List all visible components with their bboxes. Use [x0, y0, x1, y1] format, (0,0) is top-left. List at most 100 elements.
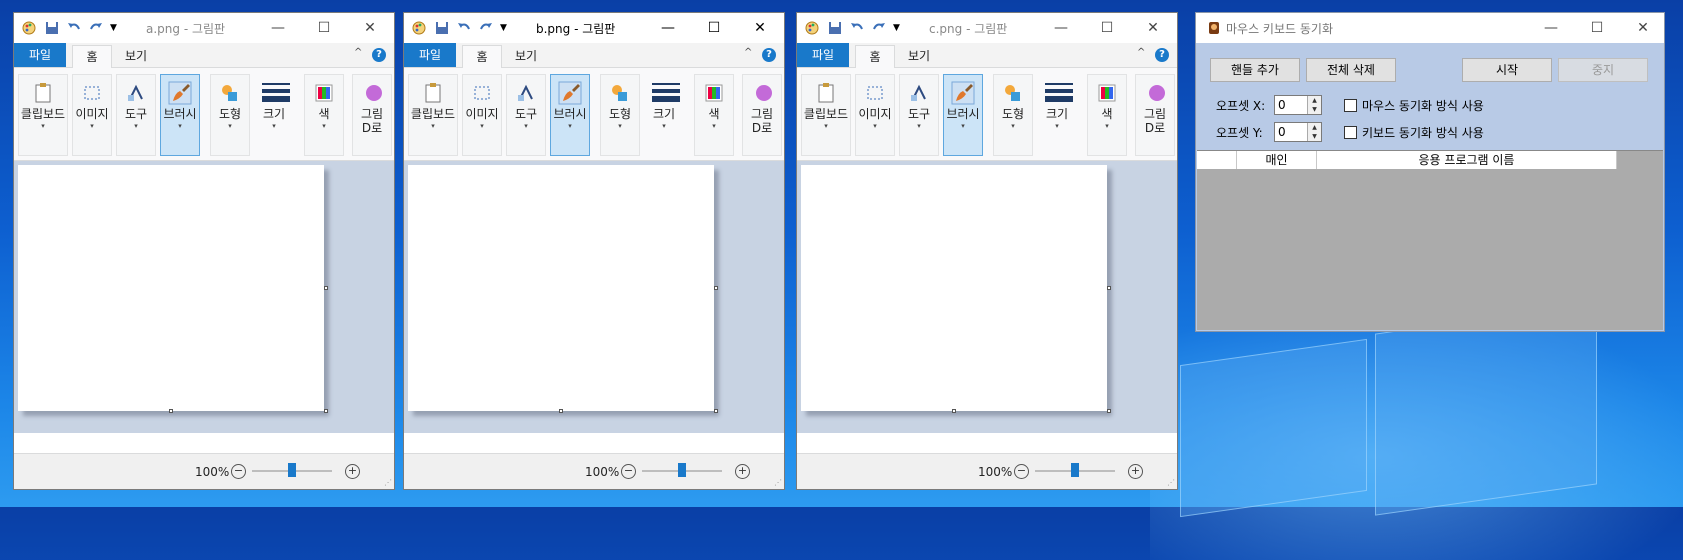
resize-grip[interactable]: ⋰: [384, 479, 392, 487]
zoom-slider-thumb[interactable]: [1071, 463, 1079, 477]
add-handle-button[interactable]: 핸들 추가: [1210, 58, 1300, 82]
group-shapes[interactable]: 도형 ▾: [993, 74, 1033, 156]
zoom-slider-thumb[interactable]: [678, 463, 686, 477]
resize-handle-bottom[interactable]: [952, 409, 956, 413]
keyboard-sync-label[interactable]: 키보드 동기화 방식 사용: [1362, 124, 1484, 141]
close-button[interactable]: ✕: [347, 13, 393, 43]
group-brush[interactable]: 브러시 ▾: [550, 74, 590, 156]
group-shapes[interactable]: 도형 ▾: [210, 74, 250, 156]
resize-handle-corner[interactable]: [324, 409, 328, 413]
group-size[interactable]: 크기 ▾: [644, 74, 684, 156]
minimize-button[interactable]: —: [255, 13, 301, 43]
tab-file[interactable]: 파일: [14, 43, 66, 67]
zoom-in-button[interactable]: +: [1128, 464, 1143, 479]
help-icon[interactable]: ?: [1155, 48, 1169, 62]
title-bar[interactable]: ▼ a.png - 그림판 — ☐ ✕: [14, 13, 394, 43]
maximize-button[interactable]: ☐: [1574, 13, 1620, 43]
resize-handle-bottom[interactable]: [559, 409, 563, 413]
spin-arrows-icon[interactable]: ▲ ▼: [1307, 96, 1321, 114]
undo-icon[interactable]: [456, 20, 472, 36]
header-cell-blank[interactable]: [1197, 151, 1237, 169]
tab-file[interactable]: 파일: [404, 43, 456, 67]
canvas-area[interactable]: [797, 161, 1177, 433]
maximize-button[interactable]: ☐: [1084, 13, 1130, 43]
tab-home[interactable]: 홈: [855, 45, 895, 68]
collapse-ribbon-icon[interactable]: ^: [1137, 47, 1145, 58]
tab-file[interactable]: 파일: [797, 43, 849, 67]
group-clipboard[interactable]: 클립보드 ▾: [408, 74, 458, 156]
group-image[interactable]: 이미지 ▾: [72, 74, 112, 156]
resize-grip[interactable]: ⋰: [774, 479, 782, 487]
zoom-slider[interactable]: [1035, 463, 1115, 477]
keyboard-sync-checkbox[interactable]: [1344, 126, 1357, 139]
undo-icon[interactable]: [849, 20, 865, 36]
spin-arrows-icon[interactable]: ▲ ▼: [1307, 123, 1321, 141]
group-paint3d[interactable]: 그림 D로: [1135, 74, 1175, 156]
offset-x-stepper[interactable]: 0 ▲ ▼: [1274, 95, 1322, 115]
resize-grip[interactable]: ⋰: [1167, 479, 1175, 487]
sync-app-window[interactable]: 마우스 키보드 동기화 — ☐ ✕ 핸들 추가 전체 삭제 시작 중지 오프셋 …: [1195, 12, 1665, 332]
zoom-in-button[interactable]: +: [735, 464, 750, 479]
resize-handle-right[interactable]: [324, 286, 328, 290]
zoom-out-button[interactable]: −: [231, 464, 246, 479]
save-icon[interactable]: [434, 20, 450, 36]
group-color[interactable]: 색 ▾: [304, 74, 344, 156]
group-color[interactable]: 색 ▾: [694, 74, 734, 156]
collapse-ribbon-icon[interactable]: ^: [744, 47, 752, 58]
customize-qa-icon[interactable]: ▼: [893, 23, 900, 33]
mouse-sync-label[interactable]: 마우스 동기화 방식 사용: [1362, 97, 1484, 114]
zoom-slider[interactable]: [642, 463, 722, 477]
close-button[interactable]: ✕: [1620, 13, 1666, 43]
save-icon[interactable]: [44, 20, 60, 36]
group-tools[interactable]: 도구 ▾: [506, 74, 546, 156]
canvas-area[interactable]: [14, 161, 394, 433]
group-image[interactable]: 이미지 ▾: [462, 74, 502, 156]
zoom-out-button[interactable]: −: [1014, 464, 1029, 479]
canvas[interactable]: [408, 165, 714, 411]
minimize-button[interactable]: —: [1528, 13, 1574, 43]
help-icon[interactable]: ?: [762, 48, 776, 62]
tab-home[interactable]: 홈: [72, 45, 112, 68]
title-bar[interactable]: ▼ b.png - 그림판 — ☐ ✕: [404, 13, 784, 43]
zoom-out-button[interactable]: −: [621, 464, 636, 479]
title-bar[interactable]: ▼ c.png - 그림판 — ☐ ✕: [797, 13, 1177, 43]
group-color[interactable]: 색 ▾: [1087, 74, 1127, 156]
zoom-slider[interactable]: [252, 463, 332, 477]
resize-handle-right[interactable]: [1107, 286, 1111, 290]
start-button[interactable]: 시작: [1462, 58, 1552, 82]
group-brush[interactable]: 브러시 ▾: [160, 74, 200, 156]
resize-handle-corner[interactable]: [714, 409, 718, 413]
tab-view[interactable]: 보기: [116, 45, 156, 67]
zoom-in-button[interactable]: +: [345, 464, 360, 479]
save-icon[interactable]: [827, 20, 843, 36]
tab-home[interactable]: 홈: [462, 45, 502, 68]
header-cell-app-name[interactable]: 응용 프로그램 이름: [1317, 151, 1617, 169]
maximize-button[interactable]: ☐: [301, 13, 347, 43]
header-cell-main[interactable]: 매인: [1237, 151, 1317, 169]
delete-all-button[interactable]: 전체 삭제: [1306, 58, 1396, 82]
close-button[interactable]: ✕: [1130, 13, 1176, 43]
offset-y-stepper[interactable]: 0 ▲ ▼: [1274, 122, 1322, 142]
paint-window-a[interactable]: ▼ a.png - 그림판 — ☐ ✕ 파일 홈 보기 ^ ? 클립보드 ▾ 이미…: [13, 12, 395, 490]
group-brush[interactable]: 브러시 ▾: [943, 74, 983, 156]
tab-view[interactable]: 보기: [899, 45, 939, 67]
minimize-button[interactable]: —: [645, 13, 691, 43]
stop-button[interactable]: 중지: [1558, 58, 1648, 82]
canvas[interactable]: [801, 165, 1107, 411]
group-size[interactable]: 크기 ▾: [254, 74, 294, 156]
customize-qa-icon[interactable]: ▼: [110, 23, 117, 33]
group-tools[interactable]: 도구 ▾: [116, 74, 156, 156]
redo-icon[interactable]: [478, 20, 494, 36]
minimize-button[interactable]: —: [1038, 13, 1084, 43]
resize-handle-right[interactable]: [714, 286, 718, 290]
group-clipboard[interactable]: 클립보드 ▾: [18, 74, 68, 156]
resize-handle-corner[interactable]: [1107, 409, 1111, 413]
redo-icon[interactable]: [871, 20, 887, 36]
handle-list[interactable]: 매인 응용 프로그램 이름: [1197, 150, 1663, 330]
undo-icon[interactable]: [66, 20, 82, 36]
close-button[interactable]: ✕: [737, 13, 783, 43]
group-shapes[interactable]: 도형 ▾: [600, 74, 640, 156]
group-paint3d[interactable]: 그림 D로: [742, 74, 782, 156]
customize-qa-icon[interactable]: ▼: [500, 23, 507, 33]
paint-window-c[interactable]: ▼ c.png - 그림판 — ☐ ✕ 파일 홈 보기 ^ ? 클립보드 ▾ 이미…: [796, 12, 1178, 490]
